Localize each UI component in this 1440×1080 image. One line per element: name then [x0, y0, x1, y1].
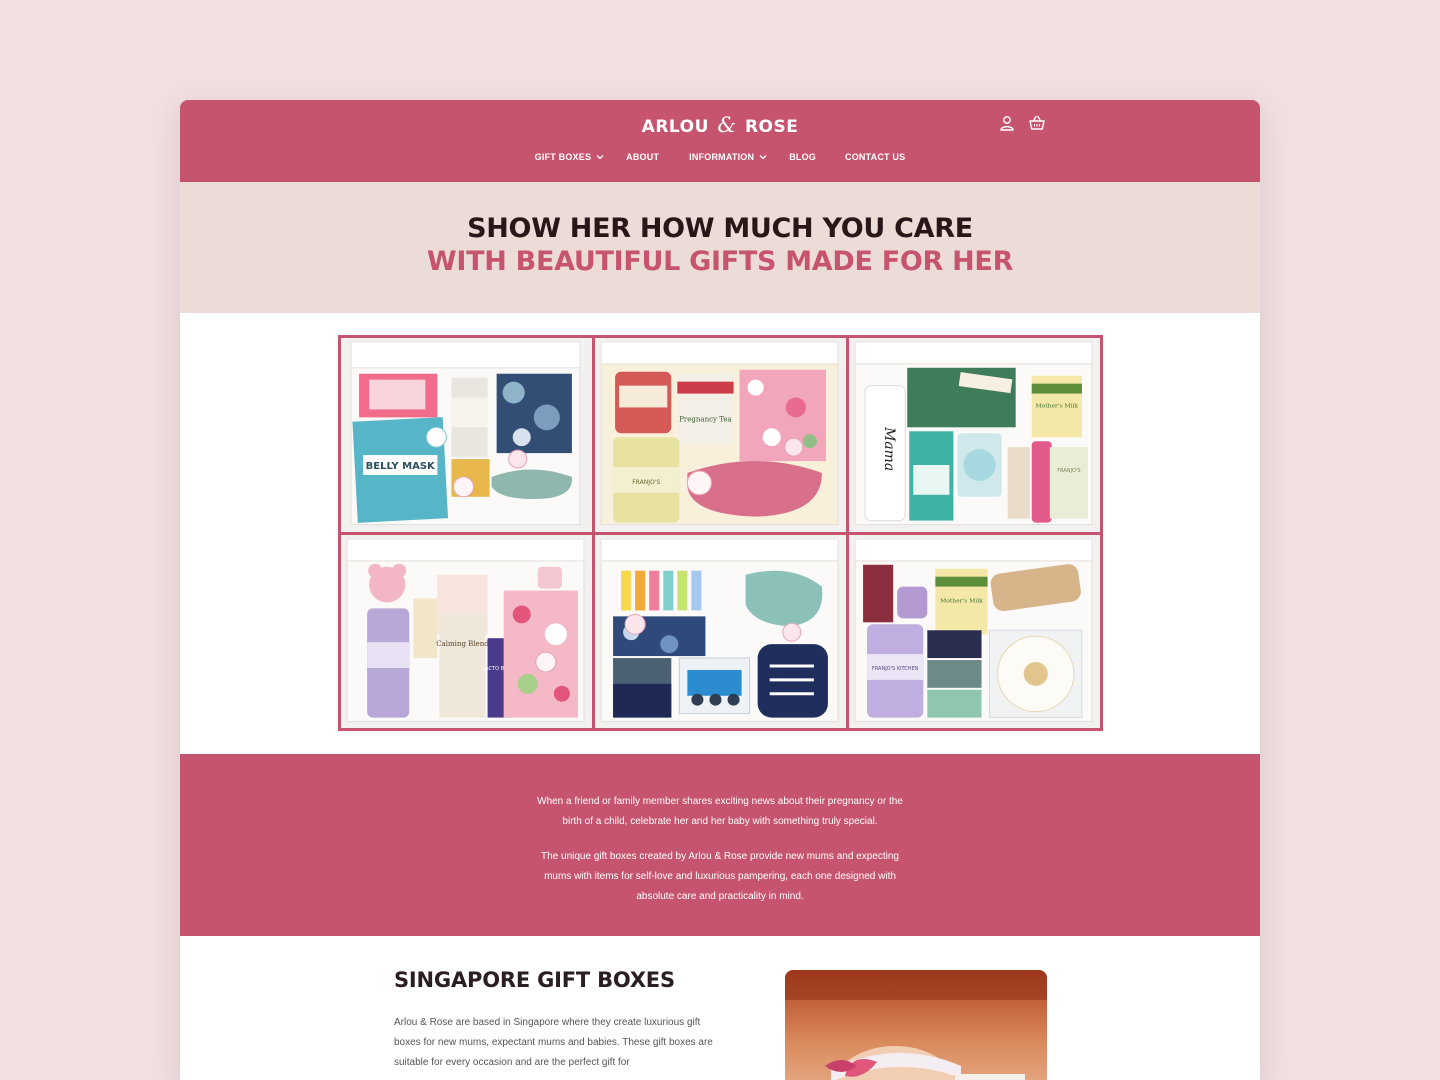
hero-banner: SHOW HER HOW MUCH YOU CARE WITH BEAUTIFU…: [180, 182, 1260, 313]
product-label: Mother's Milk: [940, 597, 983, 604]
svg-text:FRANJO'S: FRANJO'S: [1057, 468, 1080, 474]
nav-contact-us[interactable]: CONTACT US: [845, 152, 905, 162]
brand-name-left: ARLOU: [641, 117, 709, 137]
hero-heading-line2: WITH BEAUTIFUL GIFTS MADE FOR HER: [426, 246, 1014, 277]
nav-label: ABOUT: [626, 152, 660, 162]
nav-label: GIFT BOXES: [534, 152, 592, 162]
product-label: Mama: [881, 426, 897, 471]
nav-label: INFORMATION: [689, 152, 755, 162]
chevron-down-icon: [759, 155, 767, 160]
brand-name-right: ROSE: [744, 117, 799, 137]
nav-label: BLOG: [789, 152, 816, 162]
gift-box-photo[interactable]: [595, 534, 846, 728]
hero-heading-line1: SHOW HER HOW MUCH YOU CARE: [467, 213, 973, 244]
about-paragraph-2: The unique gift boxes created by Arlou &…: [541, 851, 899, 902]
section-body: Arlou & Rose are based in Singapore wher…: [394, 1017, 713, 1068]
gift-box-image: Mother's Milk FRANJO'S KITCHEN: [849, 534, 1100, 728]
about-paragraph-1: When a friend or family member shares ex…: [537, 796, 903, 827]
site-header: ARLOU & ROSE GIFT BOXES ABOUT INFORMATIO…: [180, 100, 1260, 182]
baby-photo: [785, 970, 1047, 1080]
chevron-down-icon: [596, 155, 604, 160]
browser-frame: ARLOU & ROSE GIFT BOXES ABOUT INFORMATIO…: [180, 100, 1260, 1080]
brand-logo[interactable]: ARLOU & ROSE: [180, 113, 1260, 137]
account-icon[interactable]: [998, 114, 1016, 132]
nav-about[interactable]: ABOUT: [626, 152, 659, 162]
gift-box-image: Pregnancy Tea FRANJO'S: [595, 338, 846, 532]
basket-icon[interactable]: [1028, 114, 1046, 132]
product-label: Pregnancy Tea: [679, 415, 731, 423]
gift-box-photo[interactable]: Mother's Milk FRANJO'S KITCHEN: [849, 534, 1100, 728]
nav-blog[interactable]: BLOG: [789, 152, 816, 162]
gift-box-photo[interactable]: BELLY MASK: [341, 338, 592, 532]
gift-box-photo[interactable]: Pregnancy Tea FRANJO'S: [595, 338, 846, 532]
product-label: Mother's Milk: [1035, 402, 1078, 409]
nav-information[interactable]: INFORMATION: [689, 152, 767, 162]
gift-box-image: [595, 534, 846, 728]
baby-image: [785, 970, 1047, 1080]
product-label: FRANJO'S KITCHEN: [872, 665, 919, 671]
about-band: When a friend or family member shares ex…: [180, 754, 1260, 936]
nav-label: CONTACT US: [845, 152, 906, 162]
gift-box-image: Calming Blend LACTO BITES: [341, 534, 592, 728]
header-icons: [998, 114, 1046, 132]
gift-box-photo[interactable]: Mother's Milk Mama FRANJO'S: [849, 338, 1100, 532]
product-label: Calming Blend: [436, 640, 489, 648]
main-nav: GIFT BOXES ABOUT INFORMATION BLOG CONTAC…: [180, 152, 1260, 162]
nav-gift-boxes[interactable]: GIFT BOXES: [535, 152, 605, 162]
product-label: BELLY MASK: [366, 461, 436, 472]
gift-gallery: BELLY MASK Pregnancy Tea FRANJO'S Mother…: [180, 313, 1260, 754]
gift-box-grid: BELLY MASK Pregnancy Tea FRANJO'S Mother…: [338, 335, 1103, 731]
singapore-section: SINGAPORE GIFT BOXES Arlou & Rose are ba…: [180, 936, 1260, 1080]
svg-text:FRANJO'S: FRANJO'S: [632, 479, 660, 486]
gift-box-photo[interactable]: Calming Blend LACTO BITES: [341, 534, 592, 728]
gift-box-image: BELLY MASK: [341, 338, 592, 532]
section-title: SINGAPORE GIFT BOXES: [394, 968, 675, 992]
gift-box-image: Mother's Milk Mama FRANJO'S: [849, 338, 1100, 532]
brand-ampersand: &: [717, 113, 737, 137]
